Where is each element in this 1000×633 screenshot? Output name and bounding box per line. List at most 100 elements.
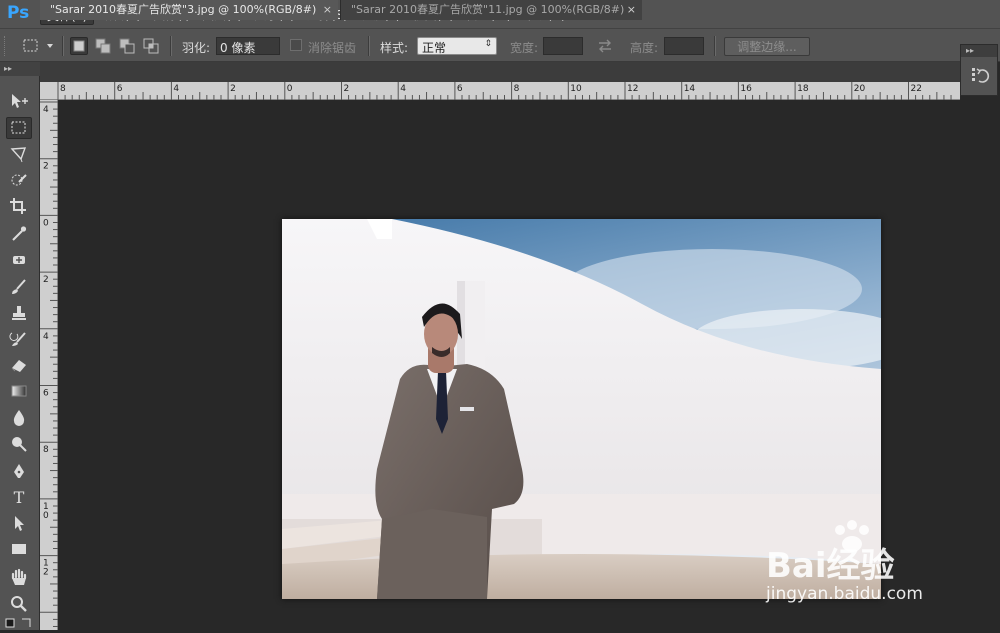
healing-brush-tool[interactable] xyxy=(6,249,32,271)
clone-stamp-tool[interactable] xyxy=(6,302,32,324)
ruler-label: 8 xyxy=(514,84,520,94)
move-tool-icon xyxy=(12,94,28,108)
history-brush-tool[interactable] xyxy=(6,328,32,350)
eyedropper-tool-icon xyxy=(12,226,27,241)
ruler-label: 4 xyxy=(173,84,179,94)
move-tool[interactable] xyxy=(6,90,32,112)
eraser-tool-icon xyxy=(11,360,26,372)
blur-tool-icon xyxy=(13,410,25,426)
tool-preset-picker[interactable] xyxy=(20,38,60,57)
close-icon[interactable]: × xyxy=(323,0,332,20)
ruler-label: 18 xyxy=(797,84,809,94)
ruler-label: 2 xyxy=(344,84,350,94)
lasso-tool-icon xyxy=(10,147,27,163)
dodge-tool-icon xyxy=(12,437,27,452)
tools-panel: T xyxy=(0,76,40,630)
marquee-tool-icon xyxy=(11,121,26,134)
photoshop-logo: Ps xyxy=(7,3,30,23)
history-icon xyxy=(972,68,990,83)
options-bar: 羽化: 0 像素 消除锯齿 样式: 正常 ⇕ 宽度: 高度: 调整边缘... xyxy=(0,28,1000,62)
brush-tool[interactable] xyxy=(6,276,32,298)
quick-selection-tool[interactable] xyxy=(6,169,32,191)
feather-input[interactable]: 0 像素 xyxy=(216,37,280,55)
close-icon[interactable]: × xyxy=(627,0,636,20)
separator xyxy=(368,36,370,56)
rectangle-tool[interactable] xyxy=(6,538,32,560)
ruler-label: 0 xyxy=(43,218,49,228)
antialias-label: 消除锯齿 xyxy=(308,41,357,55)
separator xyxy=(714,36,716,56)
zoom-tool-icon xyxy=(11,596,27,612)
ruler-label: 8 xyxy=(43,445,49,455)
options-bar-grip[interactable] xyxy=(4,36,11,56)
clone-stamp-tool-icon xyxy=(12,306,26,320)
height-label: 高度: xyxy=(630,41,659,55)
zoom-tool[interactable] xyxy=(6,592,32,614)
ruler-label: 4 xyxy=(400,84,406,94)
ruler-ticks: 8 6 4 2 0 2 4 6 8 10 12 14 16 18 20 22 xyxy=(57,82,952,100)
subtract-selection-icon xyxy=(119,38,135,54)
ruler-label: 4 xyxy=(43,332,49,342)
ruler-label: 6 xyxy=(457,84,463,94)
ruler-label: 8 xyxy=(60,84,66,94)
color-swatches[interactable] xyxy=(4,616,34,630)
gradient-tool[interactable] xyxy=(6,380,32,402)
refine-edge-button[interactable]: 调整边缘... xyxy=(724,37,810,56)
document-tab-active[interactable]: "Sarar 2010春夏广告欣赏"3.jpg @ 100%(RGB/8#) × xyxy=(40,0,338,20)
add-selection-icon xyxy=(95,38,111,54)
panel-collapse-button[interactable]: ▸▸ xyxy=(961,45,997,57)
ruler-label: 10 xyxy=(570,84,582,94)
document-tab[interactable]: "Sarar 2010春夏广告欣赏"11.jpg @ 100%(RGB/8#) … xyxy=(340,0,642,20)
ruler-label: 22 xyxy=(911,84,922,94)
crop-tool[interactable] xyxy=(6,195,32,217)
path-selection-tool[interactable] xyxy=(6,512,32,534)
type-tool-icon: T xyxy=(13,487,25,507)
ruler-label: 6 xyxy=(43,389,49,399)
blur-tool[interactable] xyxy=(6,406,32,428)
intersect-selection-button[interactable] xyxy=(142,37,160,55)
lasso-tool[interactable] xyxy=(6,143,32,165)
swap-dimensions-button[interactable] xyxy=(596,38,614,57)
horizontal-ruler[interactable]: 8 6 4 2 0 2 4 6 8 10 12 14 16 18 20 22 xyxy=(40,82,960,100)
style-select-value: 正常 xyxy=(422,41,447,55)
baidu-watermark: Bai经验 jingyan.baidu.com xyxy=(766,518,996,608)
type-tool[interactable]: T xyxy=(6,486,32,508)
chevron-updown-icon: ⇕ xyxy=(484,39,492,49)
tab-label: "Sarar 2010春夏广告欣赏"3.jpg @ 100%(RGB/8#) xyxy=(50,3,317,16)
new-selection-button[interactable] xyxy=(70,37,88,55)
brush-tool-icon xyxy=(12,279,26,294)
ruler-label: 2 xyxy=(230,84,236,94)
add-to-selection-button[interactable] xyxy=(94,37,112,55)
tab-label: "Sarar 2010春夏广告欣赏"11.jpg @ 100%(RGB/8#) xyxy=(351,3,625,16)
subtract-from-selection-button[interactable] xyxy=(118,37,136,55)
ruler-label: 20 xyxy=(854,84,866,94)
style-select[interactable]: 正常 ⇕ xyxy=(417,37,497,55)
history-panel-button[interactable] xyxy=(970,65,990,92)
marquee-tool[interactable] xyxy=(6,117,32,139)
ruler-label: 4 xyxy=(43,105,49,115)
width-label: 宽度: xyxy=(510,41,539,55)
eraser-tool[interactable] xyxy=(6,354,32,376)
ruler-label: 0 xyxy=(43,511,49,521)
dodge-tool[interactable] xyxy=(6,432,32,454)
healing-brush-tool-icon xyxy=(13,256,25,264)
ruler-label: 2 xyxy=(43,162,49,172)
ruler-label: 2 xyxy=(43,275,49,285)
vertical-ruler[interactable]: 42024681012 xyxy=(40,100,58,630)
pen-tool-icon xyxy=(14,464,24,478)
feather-label: 羽化: xyxy=(182,41,211,55)
toolbar-collapse-button[interactable]: ▸▸ xyxy=(0,62,40,76)
height-input[interactable] xyxy=(664,37,704,55)
paw-logo-icon xyxy=(835,520,869,552)
quick-selection-tool-icon xyxy=(11,174,27,186)
eyedropper-tool[interactable] xyxy=(6,222,32,244)
history-brush-tool-icon xyxy=(9,332,26,346)
pen-tool[interactable] xyxy=(6,460,32,482)
crop-tool-icon xyxy=(10,198,26,214)
document-tab-strip xyxy=(40,62,960,82)
antialias-checkbox[interactable] xyxy=(290,39,302,51)
path-selection-tool-icon xyxy=(15,516,24,531)
ruler-label: 14 xyxy=(684,84,696,94)
width-input[interactable] xyxy=(543,37,583,55)
hand-tool[interactable] xyxy=(6,566,32,588)
